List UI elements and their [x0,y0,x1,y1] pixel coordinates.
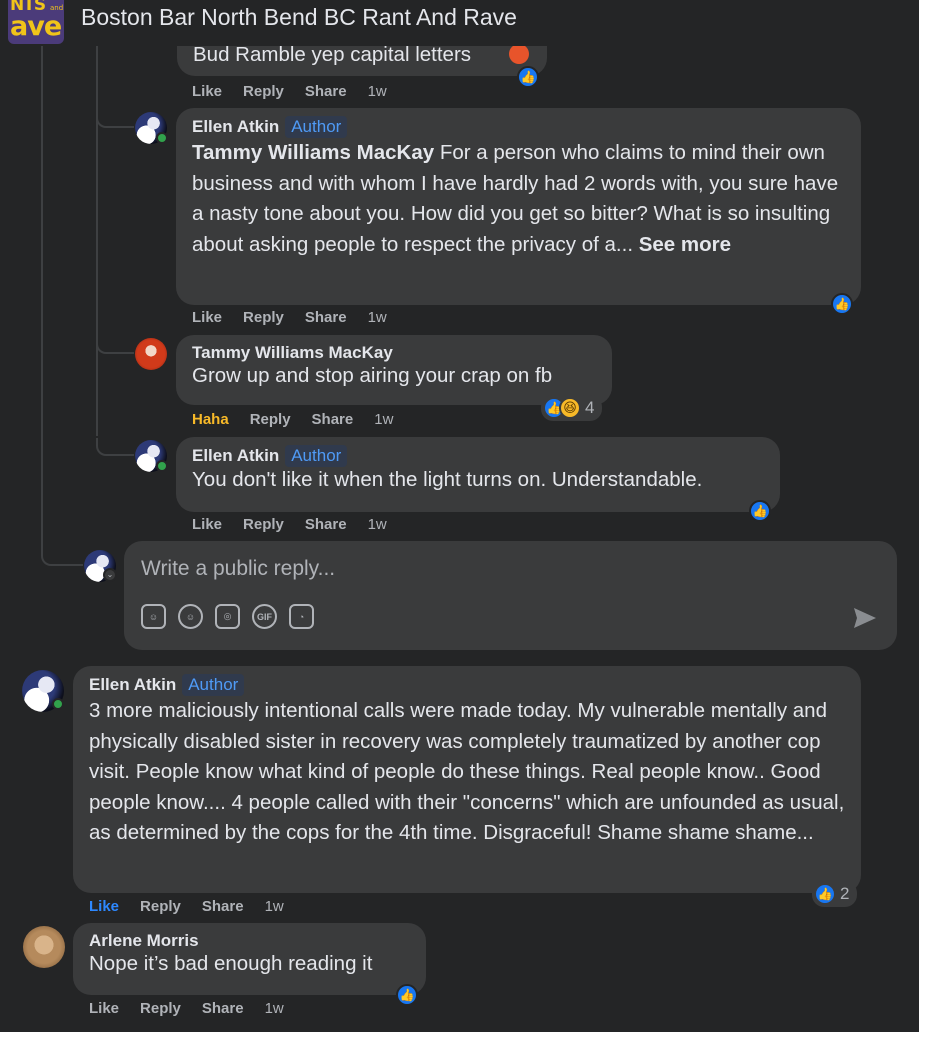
reply-composer: ☺ ☺ ◎ GIF ◔ [124,541,897,650]
comment-author[interactable]: Ellen Atkin Author [192,116,845,138]
see-more-link[interactable]: See more [639,233,731,256]
like-button[interactable]: Like [192,516,222,533]
comment-author[interactable]: Ellen Atkin Author [192,445,764,467]
timestamp[interactable]: 1w [368,309,387,326]
reaction-summary[interactable]: 👍 [394,982,420,1008]
share-button[interactable]: Share [305,309,347,326]
thread-line-inner [96,46,98,436]
page-scrollbar[interactable] [919,0,927,1032]
reaction-count: 2 [840,884,850,903]
thread-connector-reply-box [41,548,83,566]
reaction-summary[interactable]: 👍 2 [812,881,858,907]
reply-button[interactable]: Reply [250,411,291,428]
mention-link[interactable]: Tammy Williams MacKay [192,141,434,164]
thread-connector-reply-3 [96,438,134,456]
thread-connector-reply-2 [96,336,134,354]
online-status-indicator [52,698,64,710]
avatar-sticker-icon[interactable]: ☺ [141,604,166,629]
sticker-icon[interactable]: ◔ [289,604,314,629]
share-button[interactable]: Share [202,898,244,915]
timestamp[interactable]: 1w [368,83,387,100]
comment-author[interactable]: Tammy Williams MacKay [192,343,596,363]
timestamp[interactable]: 1w [265,1000,284,1017]
like-icon: 👍 [517,66,539,88]
comment-thread-view: Bud Ramble yep capital letters 👍 Like Re… [0,0,919,1032]
partial-comment-actions: Like Reply Share 1w [192,83,387,100]
group-logo[interactable]: NTS and ave [8,0,64,44]
partial-comment-reactions[interactable]: 👍 [515,64,541,90]
reply-button[interactable]: Reply [243,516,284,533]
timestamp[interactable]: 1w [374,411,393,428]
reaction-summary[interactable]: 👍 😆 4 [541,395,603,421]
group-title[interactable]: Boston Bar North Bend BC Rant And Rave [81,4,517,31]
like-button[interactable]: Like [192,309,222,326]
share-button[interactable]: Share [305,83,347,100]
comment-bubble: Ellen Atkin Author Tammy Williams MacKay … [176,108,861,305]
comment-author[interactable]: Arlene Morris [89,931,410,951]
online-status-indicator [156,132,168,144]
reaction-summary[interactable]: 👍 [829,291,855,317]
reaction-count: 4 [585,398,595,417]
like-icon: 👍 [831,293,853,315]
share-button[interactable]: Share [202,1000,244,1017]
like-button[interactable]: Like [89,898,119,915]
comment-bubble: Arlene Morris Nope it’s bad enough readi… [73,923,426,995]
share-button[interactable]: Share [312,411,354,428]
partial-comment-orange-reaction [509,44,529,64]
reply-tools: ☺ ☺ ◎ GIF ◔ [141,604,314,629]
timestamp[interactable]: 1w [265,898,284,915]
comment-text: Nope it’s bad enough reading it [89,952,373,975]
comment-actions: Haha Reply Share 1w [192,411,393,428]
reply-button[interactable]: Reply [243,83,284,100]
like-icon: 👍 [814,883,836,905]
thread-line-outer [41,46,43,554]
account-switch-chevron-icon[interactable]: ⌄ [103,568,117,582]
author-badge: Author [285,445,348,467]
comment-actions: Like Reply Share 1w [192,516,387,533]
comment-text: 3 more maliciously intentional calls wer… [89,699,845,844]
author-badge: Author [182,674,245,696]
comment-actions: Like Reply Share 1w [192,309,387,326]
like-button[interactable]: Like [192,83,222,100]
reply-input[interactable] [124,541,897,597]
timestamp[interactable]: 1w [368,516,387,533]
comment-bubble: Ellen Atkin Author You don't like it when… [176,437,780,512]
avatar[interactable] [23,926,65,968]
like-icon: 👍 [396,984,418,1006]
comment-author[interactable]: Ellen Atkin Author [89,674,845,696]
comment-text: Grow up and stop airing your crap on fb [192,364,553,387]
comment-actions: Like Reply Share 1w [89,1000,284,1017]
haha-reaction-button[interactable]: Haha [192,411,229,428]
comment-text: Tammy Williams MacKay For a person who c… [192,141,839,256]
like-button[interactable]: Like [89,1000,119,1017]
comment-bubble: Tammy Williams MacKay Grow up and stop a… [176,335,612,405]
reaction-summary[interactable]: 👍 [747,498,773,524]
like-icon: 👍 [749,500,771,522]
share-button[interactable]: Share [305,516,347,533]
gif-icon[interactable]: GIF [252,604,277,629]
comment-bubble: Ellen Atkin Author 3 more maliciously int… [73,666,861,893]
camera-icon[interactable]: ◎ [215,604,240,629]
reply-button[interactable]: Reply [140,898,181,915]
reply-button[interactable]: Reply [243,309,284,326]
avatar[interactable] [135,338,167,370]
comment-text: You don't like it when the light turns o… [192,468,703,491]
thread-connector-reply-1 [96,110,134,128]
group-header: NTS and ave Boston Bar North Bend BC Ran… [0,0,919,46]
online-status-indicator [156,460,168,472]
send-icon[interactable] [853,607,877,629]
author-badge: Author [285,116,348,138]
haha-icon: 😆 [559,397,581,419]
comment-actions: Like Reply Share 1w [89,898,284,915]
reply-button[interactable]: Reply [140,1000,181,1017]
emoji-icon[interactable]: ☺ [178,604,203,629]
